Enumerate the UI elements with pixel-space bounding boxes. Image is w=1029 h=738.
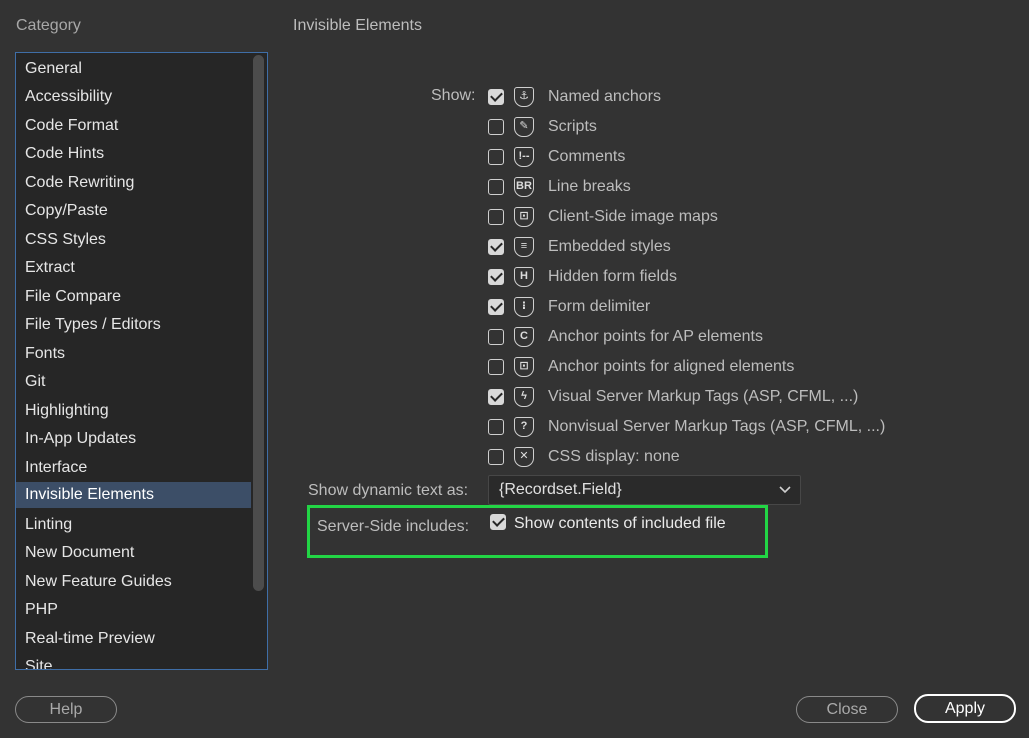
show-included-file-checkbox[interactable] — [490, 514, 506, 530]
css-display-none-icon: ✕ — [514, 447, 534, 467]
category-item-copy-paste[interactable]: Copy/Paste — [16, 198, 251, 224]
embedded-style-icon: ≡ — [514, 237, 534, 257]
category-item-interface[interactable]: Interface — [16, 455, 251, 481]
category-item-code-hints[interactable]: Code Hints — [16, 141, 251, 167]
chevron-down-icon — [779, 486, 791, 494]
client-side-image-maps-label: Client-Side image maps — [548, 208, 718, 225]
embedded-styles-label: Embedded styles — [548, 238, 671, 255]
category-scrollbar-thumb[interactable] — [253, 55, 264, 591]
anchor-points-ap-checkbox[interactable] — [488, 329, 504, 345]
dynamic-text-value: {Recordset.Field} — [499, 481, 622, 498]
line-breaks-label: Line breaks — [548, 178, 631, 195]
scripts-checkbox[interactable] — [488, 119, 504, 135]
category-item-css-styles[interactable]: CSS Styles — [16, 227, 251, 253]
category-item-invisible-elements[interactable]: Invisible Elements — [16, 482, 251, 508]
dynamic-text-select[interactable]: {Recordset.Field} — [488, 475, 801, 505]
anchor-points-ap-label: Anchor points for AP elements — [548, 328, 763, 345]
line-break-icon: BR — [514, 177, 534, 197]
category-item-in-app-updates[interactable]: In-App Updates — [16, 426, 251, 452]
css-display-none-checkbox[interactable] — [488, 449, 504, 465]
client-side-image-maps-checkbox[interactable] — [488, 209, 504, 225]
apply-button[interactable]: Apply — [914, 694, 1016, 723]
visual-server-tag-icon: ϟ — [514, 387, 534, 407]
image-map-icon: ⊡ — [514, 207, 534, 227]
form-delimiter-checkbox[interactable] — [488, 299, 504, 315]
scripts-label: Scripts — [548, 118, 597, 135]
nonvisual-server-markup-label: Nonvisual Server Markup Tags (ASP, CFML,… — [548, 418, 886, 435]
form-delimiter-label: Form delimiter — [548, 298, 651, 315]
category-item-fonts[interactable]: Fonts — [16, 341, 251, 367]
category-item-code-rewriting[interactable]: Code Rewriting — [16, 170, 251, 196]
category-item-php[interactable]: PHP — [16, 597, 251, 623]
category-heading: Category — [16, 17, 81, 34]
aligned-anchor-icon: ⊡ — [514, 357, 534, 377]
hidden-form-fields-checkbox[interactable] — [488, 269, 504, 285]
named-anchors-label: Named anchors — [548, 88, 661, 105]
category-item-file-compare[interactable]: File Compare — [16, 284, 251, 310]
category-item-highlighting[interactable]: Highlighting — [16, 398, 251, 424]
category-item-new-feature-guides[interactable]: New Feature Guides — [16, 569, 251, 595]
category-item-real-time-preview[interactable]: Real-time Preview — [16, 626, 251, 652]
ap-anchor-icon: C — [514, 327, 534, 347]
panel-title: Invisible Elements — [293, 17, 422, 34]
category-item-site[interactable]: Site — [16, 654, 251, 669]
anchor-points-aligned-label: Anchor points for aligned elements — [548, 358, 795, 375]
nonvisual-server-markup-checkbox[interactable] — [488, 419, 504, 435]
show-included-file-label[interactable]: Show contents of included file — [514, 514, 726, 534]
category-item-file-types-editors[interactable]: File Types / Editors — [16, 312, 251, 338]
server-side-includes-label: Server-Side includes: — [317, 518, 470, 535]
line-breaks-checkbox[interactable] — [488, 179, 504, 195]
anchor-points-aligned-checkbox[interactable] — [488, 359, 504, 375]
comments-label: Comments — [548, 148, 626, 165]
category-item-new-document[interactable]: New Document — [16, 540, 251, 566]
visual-server-markup-checkbox[interactable] — [488, 389, 504, 405]
category-item-git[interactable]: Git — [16, 369, 251, 395]
hidden-field-icon: H — [514, 267, 534, 287]
category-scrollbar[interactable] — [253, 53, 267, 669]
help-button[interactable]: Help — [15, 696, 117, 723]
nonvisual-server-tag-icon: ? — [514, 417, 534, 437]
embedded-styles-checkbox[interactable] — [488, 239, 504, 255]
category-item-accessibility[interactable]: Accessibility — [16, 84, 251, 110]
form-delimiter-icon: ⁝ — [514, 297, 534, 317]
named-anchors-checkbox[interactable] — [488, 89, 504, 105]
anchor-icon: ⚓ — [514, 87, 534, 107]
category-list[interactable]: General Accessibility Code Format Code H… — [15, 52, 268, 670]
comment-icon: !-- — [514, 147, 534, 167]
category-item-extract[interactable]: Extract — [16, 255, 251, 281]
category-item-code-format[interactable]: Code Format — [16, 113, 251, 139]
script-icon: ✎ — [514, 117, 534, 137]
category-item-linting[interactable]: Linting — [16, 512, 251, 538]
close-button[interactable]: Close — [796, 696, 898, 723]
dynamic-text-label: Show dynamic text as: — [308, 482, 469, 499]
hidden-form-fields-label: Hidden form fields — [548, 268, 677, 285]
comments-checkbox[interactable] — [488, 149, 504, 165]
category-item-general[interactable]: General — [16, 56, 251, 82]
css-display-none-label: CSS display: none — [548, 448, 680, 465]
visual-server-markup-label: Visual Server Markup Tags (ASP, CFML, ..… — [548, 388, 859, 405]
show-label: Show: — [431, 87, 476, 104]
